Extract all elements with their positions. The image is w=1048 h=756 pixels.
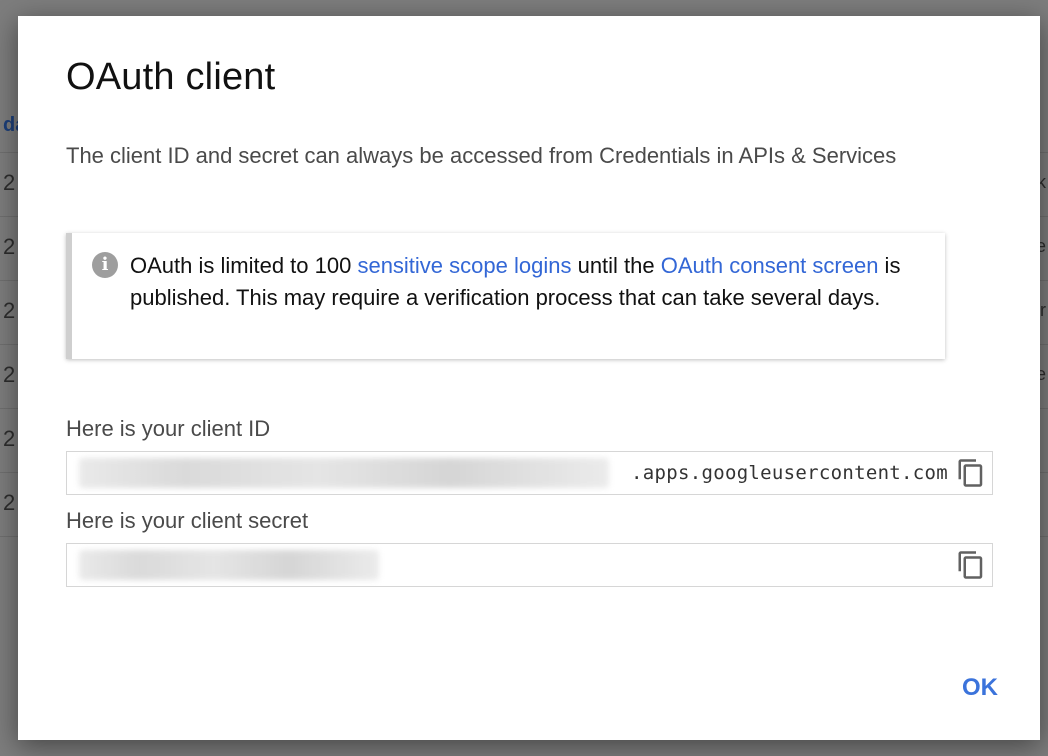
- background-cell: 2: [3, 170, 16, 195]
- sensitive-scope-logins-link[interactable]: sensitive scope logins: [357, 253, 571, 278]
- dialog-title: OAuth client: [66, 56, 276, 98]
- client-secret-field[interactable]: [66, 543, 993, 587]
- notice-text-part: until the: [571, 253, 661, 278]
- background-cell: 2: [3, 426, 16, 451]
- dialog-description: The client ID and secret can always be a…: [66, 143, 897, 168]
- background-cell: 2: [3, 490, 16, 515]
- redacted-client-id: [79, 458, 609, 488]
- info-icon: i: [92, 252, 118, 278]
- background-cell: 2: [3, 298, 16, 323]
- notice-text-part: OAuth is limited to 100: [130, 253, 358, 278]
- oauth-consent-screen-link[interactable]: OAuth consent screen: [661, 253, 879, 278]
- redacted-client-secret: [79, 550, 379, 580]
- ok-button[interactable]: OK: [960, 670, 1000, 706]
- client-id-suffix: .apps.googleusercontent.com: [631, 462, 948, 484]
- background-cell: r: [1040, 300, 1046, 320]
- client-id-field[interactable]: .apps.googleusercontent.com: [66, 451, 993, 495]
- copy-icon[interactable]: [956, 458, 986, 488]
- info-notice: i OAuth is limited to 100 sensitive scop…: [66, 233, 945, 359]
- notice-text: OAuth is limited to 100 sensitive scope …: [130, 250, 930, 314]
- oauth-client-dialog: OAuth client The client ID and secret ca…: [18, 16, 1040, 740]
- client-id-label: Here is your client ID: [66, 416, 271, 441]
- copy-icon[interactable]: [956, 550, 986, 580]
- background-cell: 2: [3, 234, 16, 259]
- client-secret-label: Here is your client secret: [66, 508, 309, 533]
- background-cell: 2: [3, 362, 16, 387]
